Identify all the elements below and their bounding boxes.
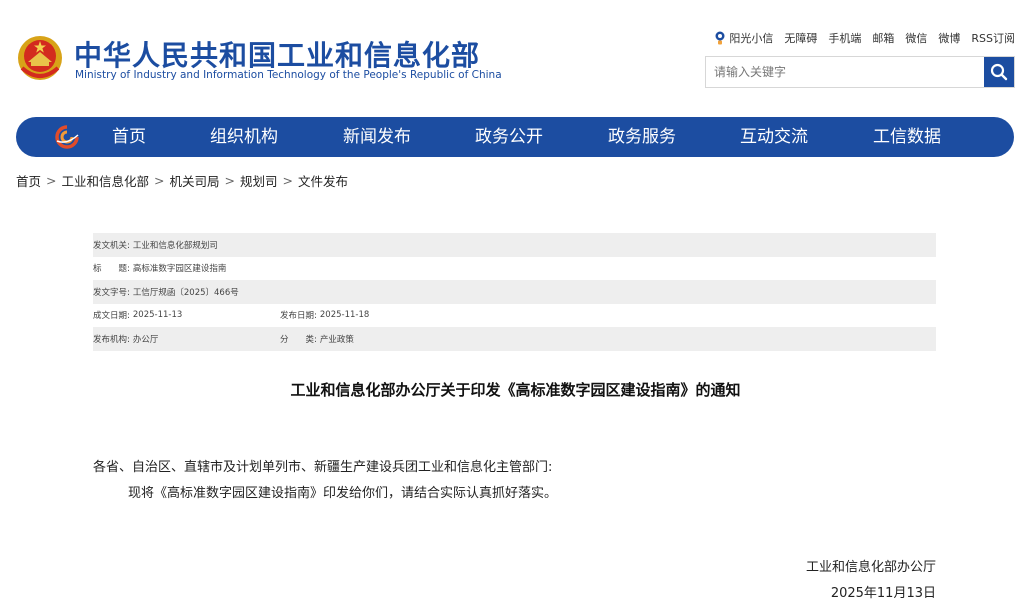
search-button[interactable] (984, 57, 1014, 87)
meta-category: 分 类: 产业政策 (280, 333, 354, 345)
breadcrumb-separator: > (154, 173, 165, 188)
top-links: 阳光小信 无障碍 手机端 邮箱 微信 微博 RSS订阅 (714, 30, 1015, 46)
search-input[interactable] (706, 57, 984, 87)
ministry-logo-icon[interactable] (54, 125, 80, 149)
nav-organization[interactable]: 组织机构 (210, 117, 278, 157)
meta-title-value: 高标准数字园区建设指南 (132, 264, 227, 275)
site-title[interactable]: 中华人民共和国工业和信息化部 (74, 34, 480, 74)
nav-interaction[interactable]: 互动交流 (740, 117, 808, 157)
meta-agency: 发布机构: 办公厅 (93, 333, 280, 345)
meta-doc-no-label: 发文字号: (93, 287, 130, 298)
document-body: 现将《高标准数字园区建设指南》印发给你们，请结合实际认真抓好落实。 (128, 486, 558, 501)
nav-news[interactable]: 新闻发布 (343, 117, 411, 157)
meta-title: 标 题: 高标准数字园区建设指南 (93, 262, 226, 274)
meta-category-value: 产业政策 (319, 334, 354, 345)
top-link-sunshine[interactable]: 阳光小信 (714, 30, 773, 46)
meta-agency-value: 办公厅 (132, 334, 159, 345)
search-icon (990, 63, 1008, 81)
top-link-label: 阳光小信 (729, 32, 774, 45)
document-meta-table: 发文机关: 工业和信息化部规划司 标 题: 高标准数字园区建设指南 发文字号: … (93, 233, 936, 351)
meta-written: 成文日期: 2025-11-13 (93, 309, 280, 321)
breadcrumb-departments[interactable]: 机关司局 (170, 171, 220, 190)
top-link-weibo[interactable]: 微博 (938, 30, 960, 46)
meta-category-label: 分 类: (280, 334, 317, 345)
national-emblem-icon[interactable] (16, 32, 64, 84)
document-salutation: 各省、自治区、直辖市及计划单列市、新疆生产建设兵团工业和信息化主管部门: (93, 460, 553, 475)
top-link-accessibility[interactable]: 无障碍 (784, 30, 817, 46)
document-title: 工业和信息化部办公厅关于印发《高标准数字园区建设指南》的通知 (290, 381, 741, 399)
breadcrumb: 首页 > 工业和信息化部 > 机关司局 > 规划司 > 文件发布 (16, 171, 348, 190)
meta-row-title: 标 题: 高标准数字园区建设指南 (93, 257, 936, 281)
nav-gov-services[interactable]: 政务服务 (608, 117, 676, 157)
meta-title-label: 标 题: (93, 264, 130, 275)
nav-home[interactable]: 首页 (112, 117, 146, 157)
meta-issuer: 发文机关: 工业和信息化部规划司 (93, 239, 218, 251)
meta-row-dates: 成文日期: 2025-11-13 发布日期: 2025-11-18 (93, 304, 936, 328)
breadcrumb-ministry[interactable]: 工业和信息化部 (62, 171, 150, 190)
top-link-rss[interactable]: RSS订阅 (971, 30, 1015, 46)
nav-data[interactable]: 工信数据 (873, 117, 941, 157)
top-link-mobile[interactable]: 手机端 (828, 30, 861, 46)
top-link-wechat[interactable]: 微信 (905, 30, 927, 46)
meta-row-issuer: 发文机关: 工业和信息化部规划司 (93, 233, 936, 257)
main-nav: 首页 组织机构 新闻发布 政务公开 政务服务 互动交流 工信数据 (16, 117, 1014, 157)
search-box (705, 56, 1015, 88)
breadcrumb-home[interactable]: 首页 (16, 171, 41, 190)
sunshine-mascot-icon (715, 31, 725, 45)
meta-issuer-value: 工业和信息化部规划司 (132, 240, 218, 251)
meta-published: 发布日期: 2025-11-18 (280, 309, 369, 321)
meta-doc-no-value: 工信厅规函〔2025〕466号 (132, 287, 239, 298)
breadcrumb-planning-dept[interactable]: 规划司 (240, 171, 278, 190)
meta-published-value: 2025-11-18 (319, 310, 370, 321)
meta-written-label: 成文日期: (93, 311, 130, 322)
top-link-mail[interactable]: 邮箱 (872, 30, 894, 46)
meta-doc-no: 发文字号: 工信厅规函〔2025〕466号 (93, 286, 239, 298)
breadcrumb-separator: > (224, 173, 235, 188)
meta-written-value: 2025-11-13 (132, 310, 183, 321)
meta-row-doc-no: 发文字号: 工信厅规函〔2025〕466号 (93, 280, 936, 304)
site-subtitle: Ministry of Industry and Information Tec… (75, 69, 502, 81)
meta-row-agency: 发布机构: 办公厅 分 类: 产业政策 (93, 327, 936, 351)
meta-issuer-label: 发文机关: (93, 240, 130, 251)
meta-published-label: 发布日期: (280, 311, 317, 322)
breadcrumb-separator: > (46, 173, 57, 188)
site-header: 中华人民共和国工业和信息化部 Ministry of Industry and … (0, 0, 1031, 110)
breadcrumb-documents[interactable]: 文件发布 (298, 171, 348, 190)
meta-agency-label: 发布机构: (93, 334, 130, 345)
document-signature: 工业和信息化部办公厅 (805, 560, 936, 575)
document-date: 2025年11月13日 (830, 586, 936, 601)
nav-gov-affairs[interactable]: 政务公开 (475, 117, 543, 157)
breadcrumb-separator: > (282, 173, 293, 188)
